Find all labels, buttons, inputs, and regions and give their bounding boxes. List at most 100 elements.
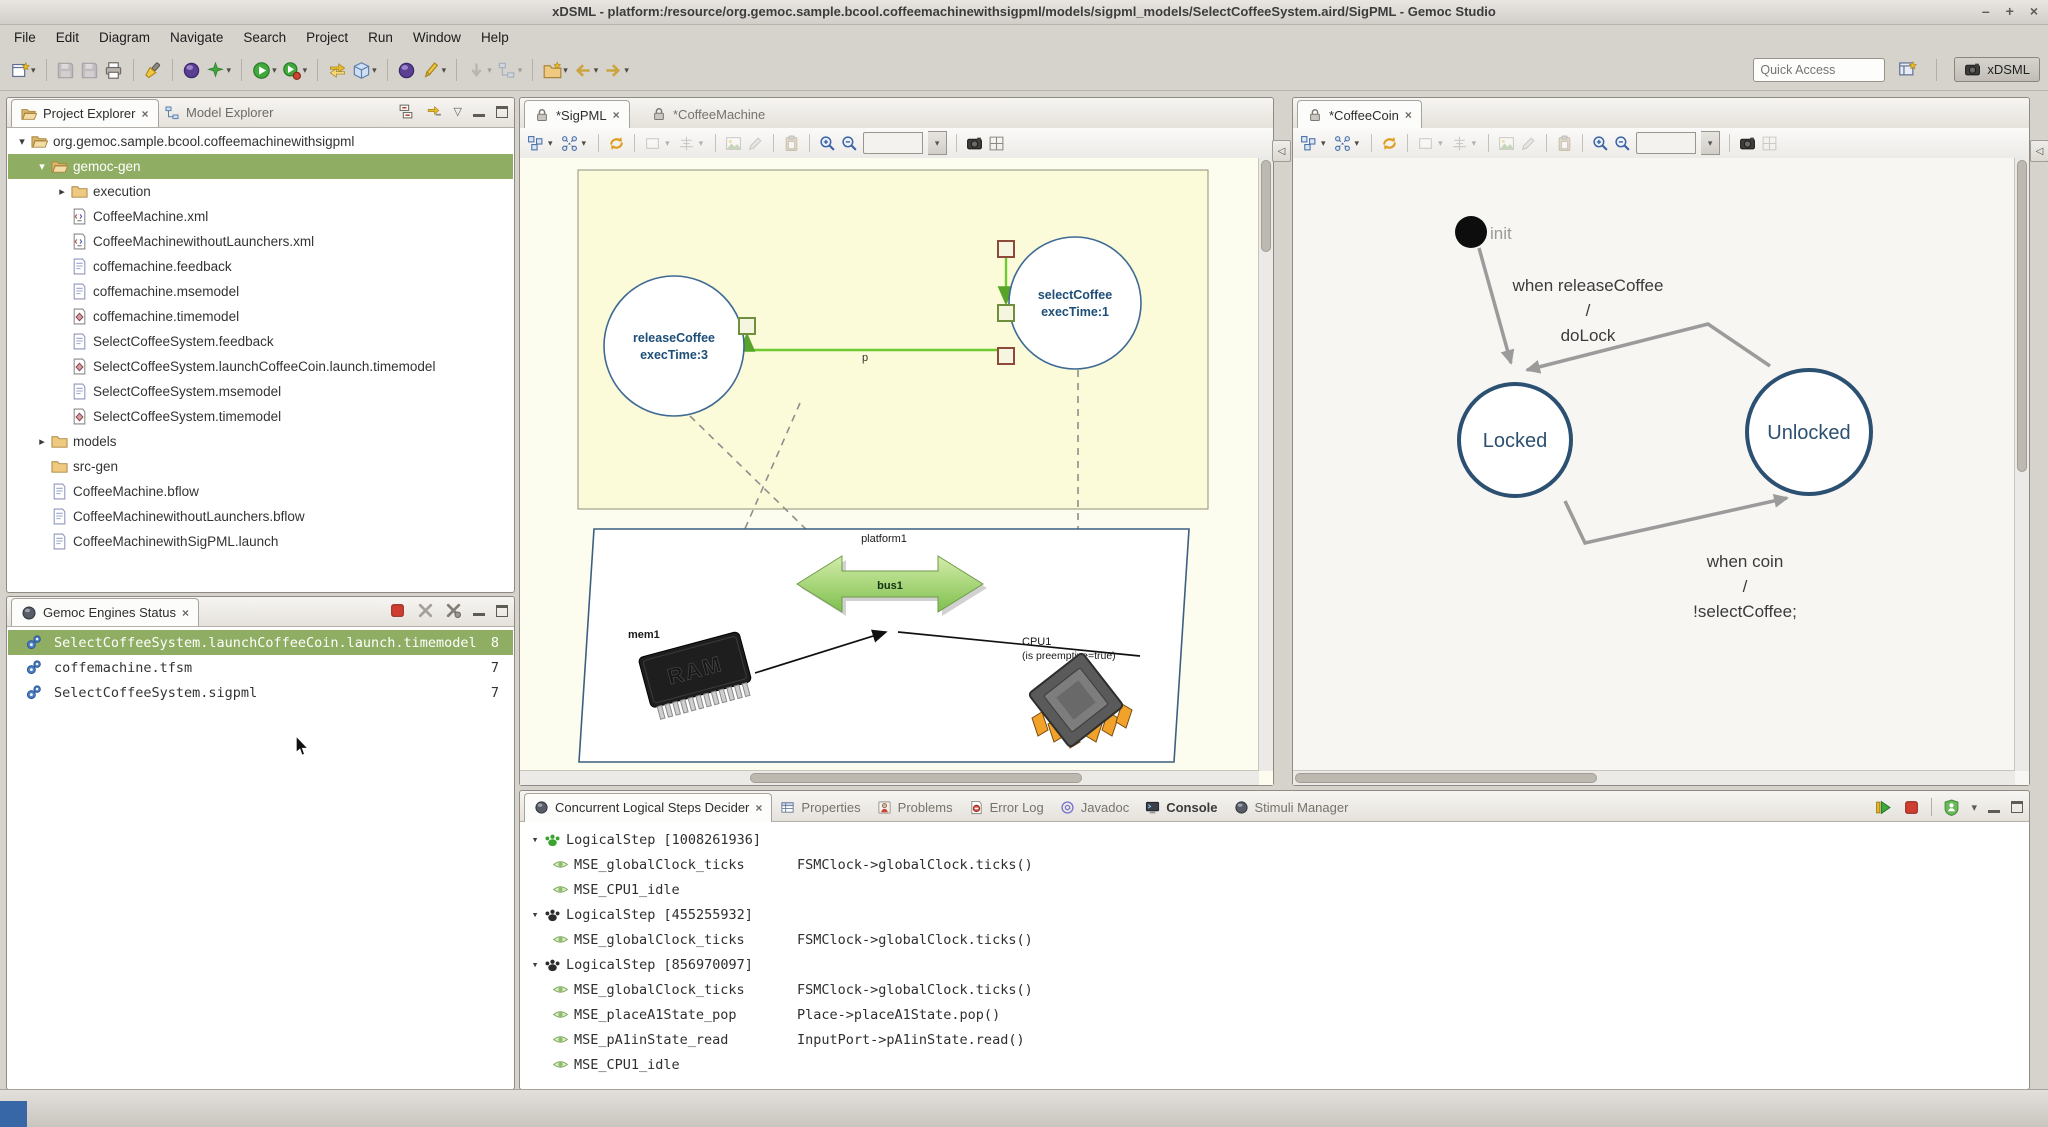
dispose-engine-icon[interactable] [417,602,434,619]
input-port[interactable] [998,241,1014,257]
grid-icon[interactable] [988,135,1005,152]
tree-item-gemoc-gen[interactable]: ▾ gemoc-gen [8,154,513,179]
run-last-caret-icon[interactable]: ▾ [303,65,308,76]
new-configuration-caret-icon[interactable]: ▾ [227,65,232,76]
layers-icon[interactable] [1300,135,1317,152]
open-perspective-button[interactable] [1895,58,1919,82]
minimize-view-icon[interactable] [473,613,485,616]
menu-search[interactable]: Search [233,27,296,48]
window-close-button[interactable]: × [2030,3,2038,19]
tree-item-file[interactable]: SelectCoffeeSystem.timemodel [8,404,513,429]
tab-coffeemachine[interactable]: *CoffeeMachine [642,100,774,128]
menu-run[interactable]: Run [358,27,403,48]
mse-row[interactable]: MSE_CPU1_idle [521,1052,2028,1077]
dispose-all-engines-icon[interactable] [445,602,462,619]
vertical-scrollbar[interactable] [1258,158,1273,771]
back-button[interactable] [571,58,595,82]
zoom-in-icon[interactable] [1592,135,1609,152]
decider-dropdown-icon[interactable]: ▾ [1971,801,1977,814]
view-menu-icon[interactable]: ▽ [454,105,462,118]
collapse-all-icon[interactable] [398,103,415,120]
mse-row[interactable]: MSE_pA1inState_read InputPort->pA1inStat… [521,1027,2028,1052]
expander-icon[interactable]: ▾ [527,908,543,921]
tab-sigpml[interactable]: *SigPML × [524,100,630,129]
hierarchy-caret-icon[interactable]: ▾ [518,65,523,76]
tree-item-execution[interactable]: ▸ execution [8,179,513,204]
perspective-xdsml-button[interactable]: xDSML [1954,57,2040,82]
restore-trim-button[interactable]: ◁ [2030,140,2048,162]
forward-caret-icon[interactable]: ▾ [624,65,629,76]
snapshot-icon[interactable] [1739,135,1756,152]
fsm-initial-state[interactable] [1455,216,1487,248]
print-button[interactable] [102,58,126,82]
restore-pane-button[interactable]: ◁ [1272,140,1291,162]
fsm-initial-transition[interactable] [1479,248,1511,363]
annotate-caret-icon[interactable]: ▾ [442,65,447,76]
shape-icon[interactable] [1417,135,1434,152]
new-configuration-button[interactable] [204,58,228,82]
menu-window[interactable]: Window [403,27,471,48]
run-button[interactable] [249,58,273,82]
new-folder-button[interactable] [540,58,564,82]
tab-properties[interactable]: Properties [772,793,868,821]
expander-icon[interactable]: ▾ [14,135,30,148]
expander-icon[interactable]: ▸ [34,435,50,448]
paste-icon[interactable] [1556,135,1573,152]
tree-item-file[interactable]: CoffeeMachinewithoutLaunchers.bflow [8,504,513,529]
sigpml-canvas[interactable]: platform1 bus1 mem1 RAM [520,158,1273,785]
ocl-console-button[interactable] [180,58,204,82]
zoom-in-icon[interactable] [819,135,836,152]
pull-down-caret-icon[interactable]: ▾ [487,65,492,76]
tab-coffeecoin[interactable]: *CoffeeCoin × [1297,100,1422,129]
edit-icon[interactable] [747,135,764,152]
snapshot-icon[interactable] [966,135,983,152]
tree-item-file[interactable]: SelectCoffeeSystem.launchCoffeeCoin.laun… [8,354,513,379]
tree-item-file[interactable]: coffemachine.timemodel [8,304,513,329]
maximize-view-icon[interactable] [2011,801,2023,813]
menu-file[interactable]: File [4,27,46,48]
stop-icon[interactable] [1903,799,1920,816]
layers-icon[interactable] [527,135,544,152]
tree-item-src-gen[interactable]: src-gen [8,454,513,479]
horizontal-scrollbar[interactable] [520,770,1259,785]
arrange-icon[interactable] [561,135,578,152]
input-port[interactable] [998,348,1014,364]
shape-icon[interactable] [644,135,661,152]
minimize-view-icon[interactable] [473,114,485,117]
window-minimize-button[interactable]: – [1982,3,1990,19]
tab-stimuli-manager[interactable]: Stimuli Manager [1226,793,1357,821]
maximize-view-icon[interactable] [496,605,508,617]
menu-help[interactable]: Help [471,27,519,48]
expander-icon[interactable]: ▾ [34,160,50,173]
library-caret-icon[interactable]: ▾ [372,65,377,76]
close-icon[interactable]: × [182,606,189,620]
quick-access-input[interactable] [1753,58,1885,82]
engine-row[interactable]: SelectCoffeeSystem.launchCoffeeCoin.laun… [8,630,513,655]
align-icon[interactable] [1451,135,1468,152]
decider-shield-icon[interactable] [1943,799,1960,816]
align-icon[interactable] [678,135,695,152]
annotate-button[interactable] [419,58,443,82]
tree-item-file[interactable]: coffemachine.feedback [8,254,513,279]
tab-error-log[interactable]: Error Log [961,793,1052,821]
save-all-button[interactable] [78,58,102,82]
library-button[interactable] [349,58,373,82]
hierarchy-button[interactable] [495,58,519,82]
zoom-out-icon[interactable] [841,135,858,152]
back-caret-icon[interactable]: ▾ [594,65,599,76]
zoom-dropdown-icon[interactable]: ▾ [928,131,947,155]
zoom-out-icon[interactable] [1614,135,1631,152]
refresh-icon[interactable] [1381,135,1398,152]
close-icon[interactable]: × [1405,108,1412,122]
mse-row[interactable]: MSE_globalClock_ticks FSMClock->globalCl… [521,977,2028,1002]
maximize-view-icon[interactable] [496,106,508,118]
zoom-level-field[interactable] [863,132,923,154]
logical-step-row[interactable]: ▾ LogicalStep [455255932] [521,902,2028,927]
tab-problems[interactable]: Problems [869,793,961,821]
tab-project-explorer[interactable]: Project Explorer × [11,99,159,127]
stop-engine-icon[interactable] [389,602,406,619]
logical-step-row[interactable]: ▾ LogicalStep [1008261936] [521,827,2028,852]
horizontal-scrollbar[interactable] [1293,770,2015,785]
refresh-icon[interactable] [608,135,625,152]
tree-item-file[interactable]: SelectCoffeeSystem.msemodel [8,379,513,404]
